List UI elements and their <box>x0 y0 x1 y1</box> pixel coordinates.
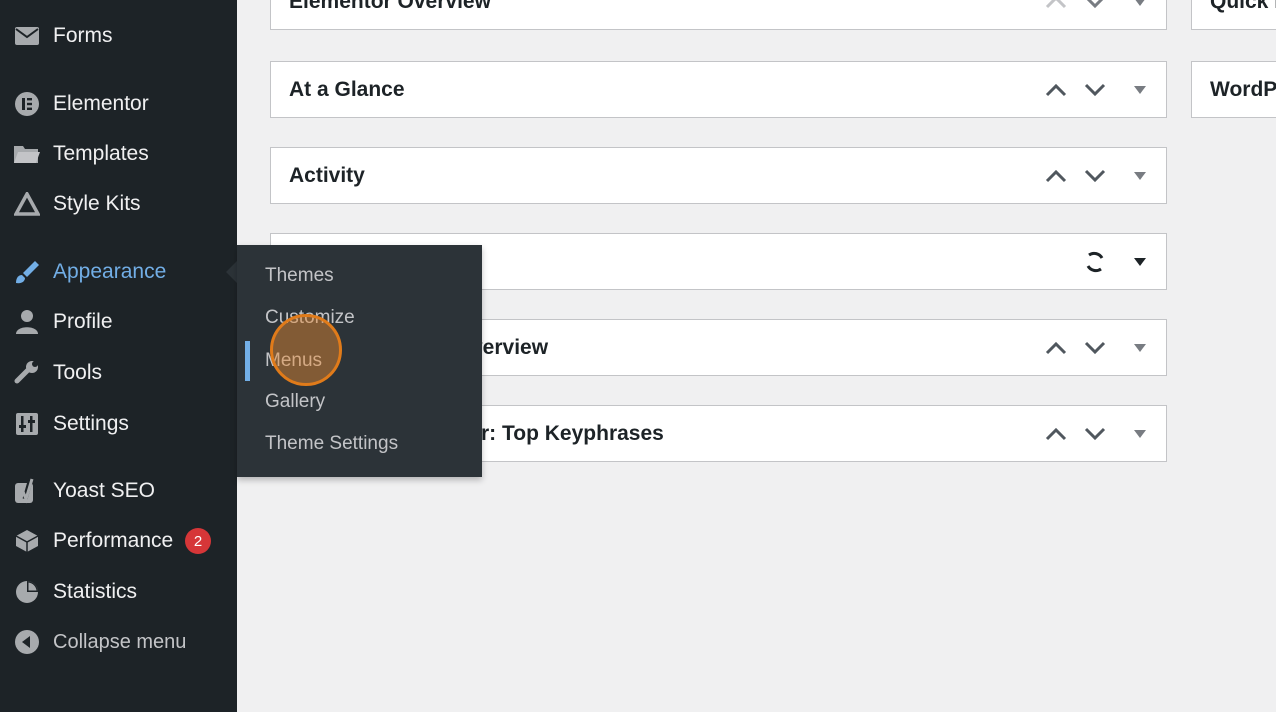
widget-activity: Activity <box>270 147 1167 204</box>
submenu-item-menus[interactable]: Menus <box>265 350 322 372</box>
sidebar-item-label: Forms <box>53 24 113 47</box>
sidebar-item-profile[interactable]: Profile <box>0 300 237 344</box>
sidebar-item-style-kits[interactable]: Style Kits <box>0 182 237 226</box>
sidebar-item-elementor[interactable]: Elementor <box>0 82 237 126</box>
widget-title: Elementor Overview <box>289 0 491 13</box>
triangle-icon <box>12 189 42 219</box>
collapse-menu-button[interactable]: Collapse menu <box>0 620 237 664</box>
flyout-pointer <box>226 261 237 283</box>
move-down-icon[interactable] <box>1081 162 1109 190</box>
move-down-icon[interactable] <box>1081 76 1109 104</box>
sidebar-item-label: Performance <box>53 529 174 552</box>
widget-elementor-overview: Elementor Overview <box>270 0 1167 30</box>
sidebar-item-settings[interactable]: Settings <box>0 402 237 446</box>
sidebar-item-forms[interactable]: Forms <box>0 14 237 58</box>
sidebar-item-statistics[interactable]: Statistics <box>0 570 237 614</box>
pie-chart-icon <box>12 577 42 607</box>
toggle-panel-icon[interactable] <box>1126 0 1154 16</box>
envelope-icon <box>12 21 42 51</box>
move-down-icon[interactable] <box>1081 334 1109 362</box>
widget-at-a-glance: At a Glance <box>270 61 1167 118</box>
sidebar-item-label: Statistics <box>53 580 138 603</box>
widget-title: Quick D <box>1210 0 1276 13</box>
widget-title: WordP <box>1210 77 1276 101</box>
loading-spinner-icon <box>1081 248 1109 276</box>
move-up-icon[interactable] <box>1042 420 1070 448</box>
sidebar-item-label: Templates <box>53 142 149 165</box>
performance-icon <box>12 526 42 556</box>
sidebar-item-appearance[interactable]: Appearance <box>0 250 237 294</box>
submenu-item-gallery[interactable]: Gallery <box>265 391 325 413</box>
sidebar-item-tools[interactable]: Tools <box>0 351 237 395</box>
move-down-icon[interactable] <box>1081 420 1109 448</box>
toggle-panel-icon[interactable] <box>1126 420 1154 448</box>
submenu-item-themes[interactable]: Themes <box>265 265 334 287</box>
move-up-icon[interactable] <box>1042 162 1070 190</box>
sidebar-item-templates[interactable]: Templates <box>0 132 237 176</box>
wrench-icon <box>12 358 42 388</box>
sidebar-item-label: Elementor <box>53 92 149 115</box>
move-up-icon[interactable] <box>1042 0 1070 16</box>
admin-sidebar: Forms Elementor Templates Style Kits App… <box>0 0 237 712</box>
widget-wordpress-news: WordP <box>1191 61 1276 118</box>
sidebar-item-yoast-seo[interactable]: Yoast SEO <box>0 469 237 513</box>
toggle-panel-icon[interactable] <box>1126 334 1154 362</box>
move-down-icon[interactable] <box>1081 0 1109 16</box>
toggle-panel-icon[interactable] <box>1126 162 1154 190</box>
sidebar-item-performance[interactable]: Performance 2 <box>0 519 237 563</box>
move-up-icon[interactable] <box>1042 334 1070 362</box>
sidebar-item-label: Yoast SEO <box>53 479 155 502</box>
widget-title: At a Glance <box>289 77 405 101</box>
notification-badge: 2 <box>185 528 211 554</box>
sidebar-item-label: Collapse menu <box>53 630 187 653</box>
widget-title: r: Top Keyphrases <box>481 421 664 445</box>
yoast-icon <box>12 476 42 506</box>
sliders-icon <box>12 409 42 439</box>
sidebar-item-label: Profile <box>53 310 113 333</box>
user-icon <box>12 307 42 337</box>
widget-title: Activity <box>289 163 365 187</box>
sidebar-item-label: Appearance <box>53 260 167 283</box>
paintbrush-icon <box>12 257 42 287</box>
move-up-icon[interactable] <box>1042 76 1070 104</box>
folder-icon <box>12 139 42 169</box>
current-item-indicator <box>245 341 250 381</box>
toggle-panel-icon[interactable] <box>1126 76 1154 104</box>
sidebar-item-label: Style Kits <box>53 192 141 215</box>
toggle-panel-icon[interactable] <box>1126 248 1154 276</box>
widget-title: verview <box>471 335 549 359</box>
appearance-submenu: Themes Customize Menus Gallery Theme Set… <box>237 245 482 477</box>
submenu-item-theme-settings[interactable]: Theme Settings <box>265 433 398 455</box>
widget-quick-draft: Quick D <box>1191 0 1276 30</box>
elementor-icon <box>12 89 42 119</box>
submenu-item-customize[interactable]: Customize <box>265 307 355 329</box>
sidebar-item-label: Tools <box>53 361 103 384</box>
sidebar-item-label: Settings <box>53 412 129 435</box>
collapse-icon <box>12 627 42 657</box>
